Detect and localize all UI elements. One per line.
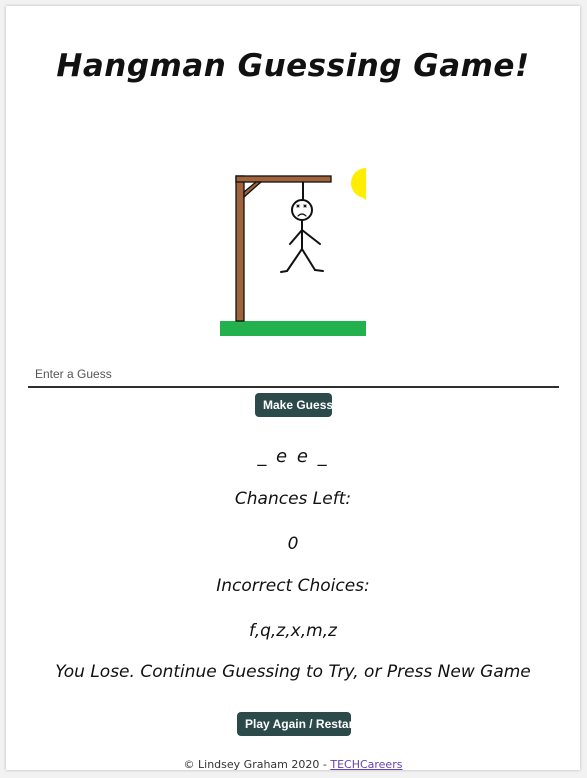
incorrect-choices-label: Incorrect Choices:	[216, 576, 370, 596]
make-guess-button[interactable]: Make Guess	[255, 393, 333, 417]
grass-icon	[220, 321, 366, 336]
chances-left-label: Chances Left:	[234, 489, 352, 509]
guess-input[interactable]	[28, 362, 559, 388]
page-title: Hangman Guessing Game!	[56, 48, 530, 84]
stick-figure-icon	[280, 199, 324, 273]
result-message: You Lose. Continue Guessing to Try, or P…	[55, 662, 531, 682]
chances-left-value: 0	[287, 534, 299, 554]
footer-copyright: © Lindsey Graham 2020 -	[183, 758, 331, 771]
gallows-icon	[235, 175, 332, 322]
word-display: _ e e _	[257, 446, 329, 467]
game-card: Hangman Guessing Game! Enter a Guess Mak…	[6, 6, 580, 771]
hangman-scene	[220, 168, 366, 336]
techcareers-link[interactable]: TECHCareers	[330, 758, 402, 771]
play-again-button[interactable]: Play Again / Restart	[237, 712, 357, 736]
incorrect-choices-value: f,q,z,x,m,z	[249, 621, 337, 641]
footer: © Lindsey Graham 2020 - TECHCareers	[6, 758, 580, 771]
